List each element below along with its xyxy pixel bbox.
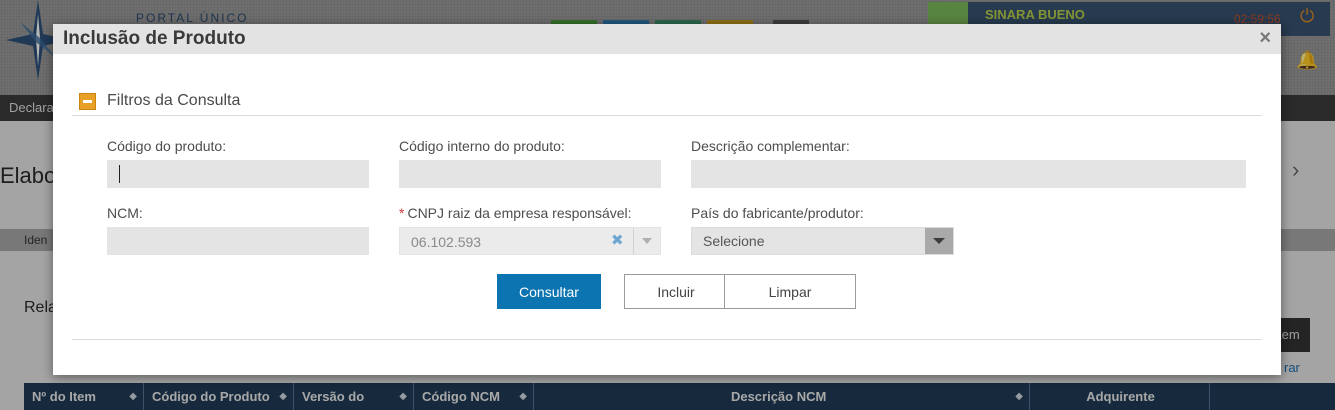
limpar-button[interactable]: Limpar: [724, 274, 856, 309]
required-marker: *: [399, 205, 405, 221]
cnpj-value: 06.102.593: [411, 234, 482, 250]
pais-label: País do fabricante/produtor:: [691, 205, 864, 221]
minus-square-icon[interactable]: [79, 93, 96, 110]
descricao-complementar-label: Descrição complementar:: [691, 138, 850, 154]
clear-icon[interactable]: ✖: [611, 231, 624, 249]
consultar-button[interactable]: Consultar: [497, 274, 601, 309]
divider: [72, 115, 1262, 116]
ncm-input[interactable]: [107, 227, 369, 255]
ncm-label: NCM:: [107, 205, 143, 221]
chevron-down-icon[interactable]: [925, 228, 953, 254]
descricao-complementar-input[interactable]: [691, 160, 1246, 188]
codigo-interno-input[interactable]: [399, 160, 661, 188]
filter-section-title[interactable]: Filtros da Consulta: [107, 92, 240, 110]
divider: [72, 339, 1262, 340]
inclusao-produto-dialog: Inclusão de Produto × Filtros da Consult…: [53, 24, 1281, 375]
pais-select[interactable]: Selecione: [691, 227, 954, 255]
text-cursor: [119, 165, 120, 183]
codigo-produto-label: Código do produto:: [107, 138, 227, 154]
codigo-produto-input[interactable]: [107, 160, 369, 188]
cnpj-label: * CNPJ raiz da empresa responsável:: [399, 205, 632, 221]
codigo-interno-label: Código interno do produto:: [399, 138, 565, 154]
dialog-title: Inclusão de Produto: [63, 28, 246, 49]
cnpj-combobox[interactable]: 06.102.593 ✖: [399, 227, 661, 255]
cnpj-label-text: CNPJ raiz da empresa responsável:: [407, 205, 632, 221]
dialog-header: Inclusão de Produto ×: [53, 24, 1281, 54]
pais-selected-value: Selecione: [703, 233, 765, 249]
close-icon[interactable]: ×: [1259, 28, 1271, 48]
chevron-down-icon[interactable]: [633, 228, 660, 254]
incluir-button[interactable]: Incluir: [624, 274, 728, 309]
